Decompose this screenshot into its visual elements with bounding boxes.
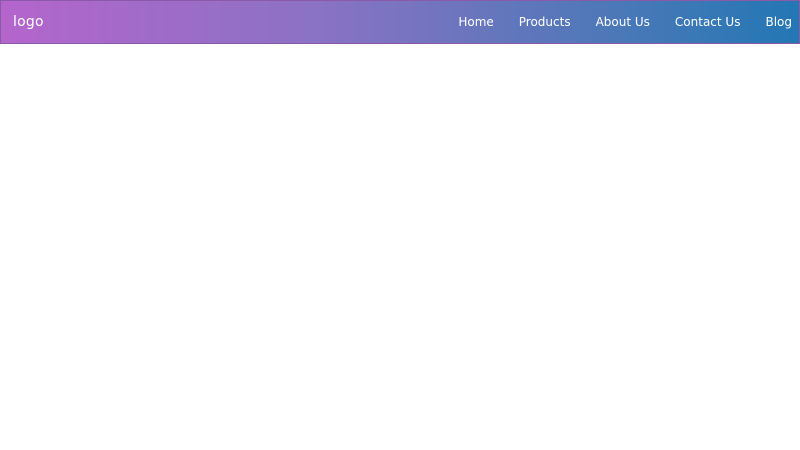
top-navbar: logo Home Products About Us Contact Us B… (0, 0, 800, 44)
nav-links: Home Products About Us Contact Us Blog (458, 15, 792, 29)
nav-link-products[interactable]: Products (519, 15, 571, 29)
main-content-area (0, 44, 800, 450)
nav-link-blog[interactable]: Blog (765, 15, 792, 29)
nav-link-home[interactable]: Home (458, 15, 493, 29)
nav-link-contact-us[interactable]: Contact Us (675, 15, 741, 29)
logo-link[interactable]: logo (13, 14, 44, 30)
nav-link-about-us[interactable]: About Us (596, 15, 650, 29)
